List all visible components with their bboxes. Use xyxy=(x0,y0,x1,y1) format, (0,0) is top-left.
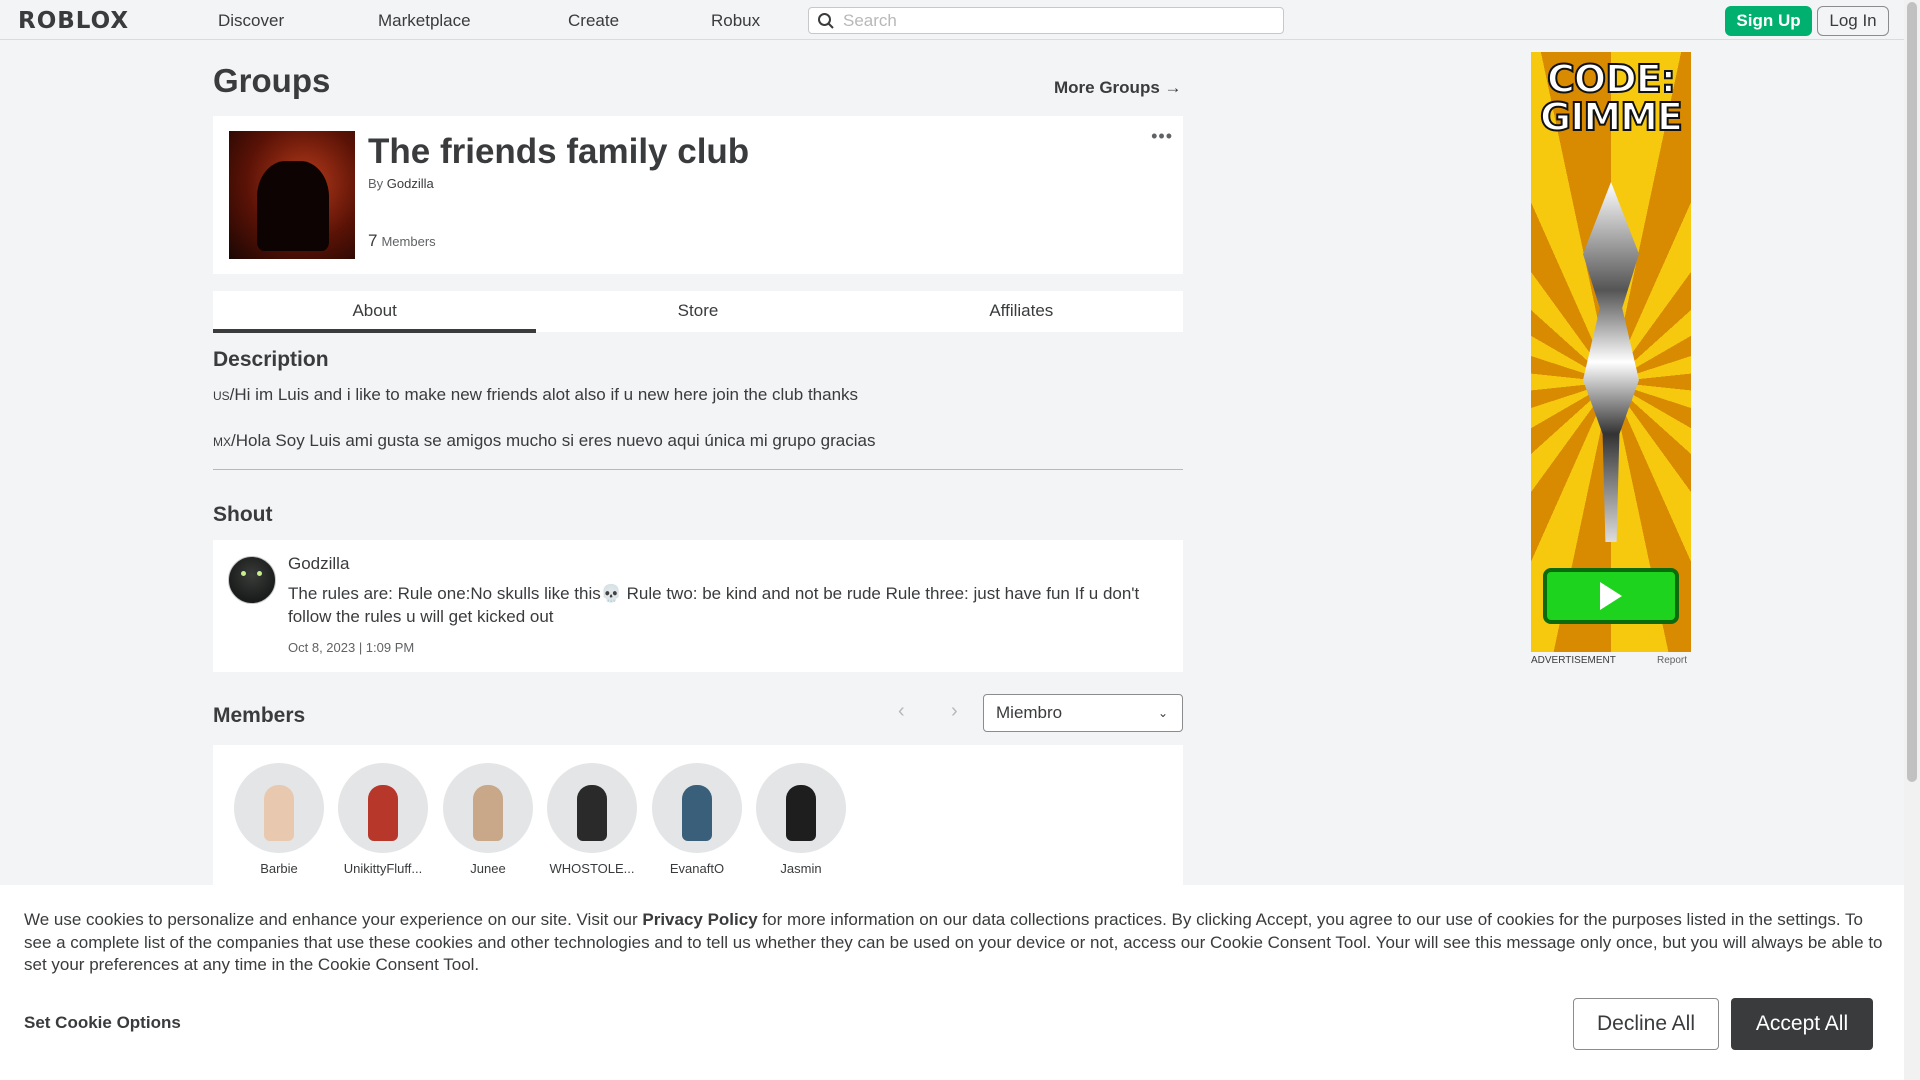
member-name[interactable]: Barbie xyxy=(227,861,331,876)
description-text: /Hola Soy Luis ami gusta se amigos mucho… xyxy=(231,431,876,450)
chevron-down-icon: ⌄ xyxy=(1157,706,1168,720)
group-header-card: The friends family club By Godzilla 7 Mem… xyxy=(213,116,1183,274)
description-line: MX/Hola Soy Luis ami gusta se amigos muc… xyxy=(213,430,1183,453)
tab-store[interactable]: Store xyxy=(536,291,859,332)
set-cookie-options-link[interactable]: Set Cookie Options xyxy=(24,1013,181,1033)
description-line: US/Hi im Luis and i like to make new fri… xyxy=(213,384,1183,407)
member-figure xyxy=(682,785,712,841)
group-member-count: 7 Members xyxy=(368,231,436,251)
shout-author-avatar[interactable] xyxy=(228,556,276,604)
member-name[interactable]: WHOSTOLE... xyxy=(540,861,644,876)
description-heading: Description xyxy=(213,348,329,371)
page-scrollbar[interactable] xyxy=(1904,0,1920,1080)
member-name[interactable]: Jasmin xyxy=(749,861,853,876)
member-tile[interactable]: Junee xyxy=(436,763,540,876)
chevron-left-icon[interactable]: ‹ xyxy=(898,700,905,723)
roblox-logo[interactable]: ROBLOX xyxy=(18,8,129,34)
shout-card: Godzilla The rules are: Rule one:No skul… xyxy=(213,540,1183,672)
top-navigation-bar: ROBLOX Discover Marketplace Create Robux… xyxy=(0,0,1904,40)
member-count-label: Members xyxy=(381,234,436,249)
member-tile[interactable]: UnikittyFluff... xyxy=(331,763,435,876)
shout-heading: Shout xyxy=(213,503,273,526)
member-figure xyxy=(473,785,503,841)
tab-affiliates[interactable]: Affiliates xyxy=(860,291,1183,332)
group-name: The friends family club xyxy=(368,132,750,171)
search-input[interactable] xyxy=(843,10,1263,31)
member-tile[interactable]: EvanaftO xyxy=(645,763,749,876)
decline-all-button[interactable]: Decline All xyxy=(1573,998,1719,1050)
member-tile[interactable]: Barbie xyxy=(227,763,331,876)
member-tile[interactable]: Jasmin xyxy=(749,763,853,876)
cookie-message: We use cookies to personalize and enhanc… xyxy=(24,909,1884,977)
flag-us: US xyxy=(213,389,230,403)
member-count-value: 7 xyxy=(368,231,378,250)
search-box[interactable] xyxy=(808,7,1284,34)
nav-marketplace[interactable]: Marketplace xyxy=(378,11,471,31)
member-avatar[interactable] xyxy=(234,763,324,853)
member-avatar[interactable] xyxy=(338,763,428,853)
description-text: /Hi im Luis and i like to make new frien… xyxy=(229,385,859,404)
nav-robux[interactable]: Robux xyxy=(711,11,760,31)
member-figure xyxy=(577,785,607,841)
member-figure xyxy=(786,785,816,841)
member-figure xyxy=(264,785,294,841)
play-icon xyxy=(1600,582,1622,610)
nav-discover[interactable]: Discover xyxy=(218,11,284,31)
member-avatar[interactable] xyxy=(443,763,533,853)
flag-mx: MX xyxy=(213,435,231,449)
group-owner-link[interactable]: Godzilla xyxy=(387,176,434,191)
nav-create[interactable]: Create xyxy=(568,11,619,31)
ad-title: CODE: GIMME xyxy=(1539,57,1684,139)
log-in-button[interactable]: Log In xyxy=(1817,6,1889,36)
group-owner-prefix: By xyxy=(368,176,384,191)
member-avatar[interactable] xyxy=(756,763,846,853)
cookie-consent-banner: We use cookies to personalize and enhanc… xyxy=(0,885,1904,1080)
section-divider xyxy=(213,469,1183,470)
member-figure xyxy=(368,785,398,841)
shout-message: The rules are: Rule one:No skulls like t… xyxy=(288,584,1140,626)
member-avatar[interactable] xyxy=(547,763,637,853)
member-name[interactable]: UnikittyFluff... xyxy=(331,861,435,876)
ad-play-button[interactable] xyxy=(1543,568,1679,624)
chevron-right-icon[interactable]: › xyxy=(951,700,958,723)
members-heading: Members xyxy=(213,704,306,727)
tab-about[interactable]: About xyxy=(213,291,537,333)
scrollbar-thumb[interactable] xyxy=(1907,2,1917,782)
member-name[interactable]: Junee xyxy=(436,861,540,876)
advertisement-banner[interactable]: CODE: GIMME xyxy=(1531,52,1691,652)
member-avatar[interactable] xyxy=(652,763,742,853)
member-tile[interactable]: WHOSTOLE... xyxy=(540,763,644,876)
ad-report-link[interactable]: Report xyxy=(1657,655,1687,666)
shout-timestamp: Oct 8, 2023 | 1:09 PM xyxy=(288,640,415,655)
cookie-text-part: We use cookies to personalize and enhanc… xyxy=(24,910,643,929)
advertisement-label: ADVERTISEMENT xyxy=(1531,655,1616,666)
group-description: US/Hi im Luis and i like to make new fri… xyxy=(213,384,1183,476)
more-options-icon[interactable]: ••• xyxy=(1151,126,1173,147)
role-dropdown-value: Miembro xyxy=(996,703,1063,722)
member-name[interactable]: EvanaftO xyxy=(645,861,749,876)
sign-up-button[interactable]: Sign Up xyxy=(1725,6,1812,36)
shout-author-name[interactable]: Godzilla xyxy=(288,554,349,574)
ad-sword-graphic xyxy=(1583,182,1639,542)
group-owner: By Godzilla xyxy=(368,176,434,191)
accept-all-button[interactable]: Accept All xyxy=(1731,998,1873,1050)
group-tabs: About Store Affiliates xyxy=(213,291,1183,333)
more-groups-link[interactable]: More Groups → xyxy=(1054,78,1182,98)
members-list: Barbie UnikittyFluff... Junee WHOSTOLE..… xyxy=(213,745,1183,885)
page-title: Groups xyxy=(213,62,331,99)
privacy-policy-link[interactable]: Privacy Policy xyxy=(642,910,757,929)
search-icon xyxy=(818,12,834,29)
group-emblem-image xyxy=(229,131,355,259)
role-dropdown[interactable]: Miembro ⌄ xyxy=(983,694,1183,732)
